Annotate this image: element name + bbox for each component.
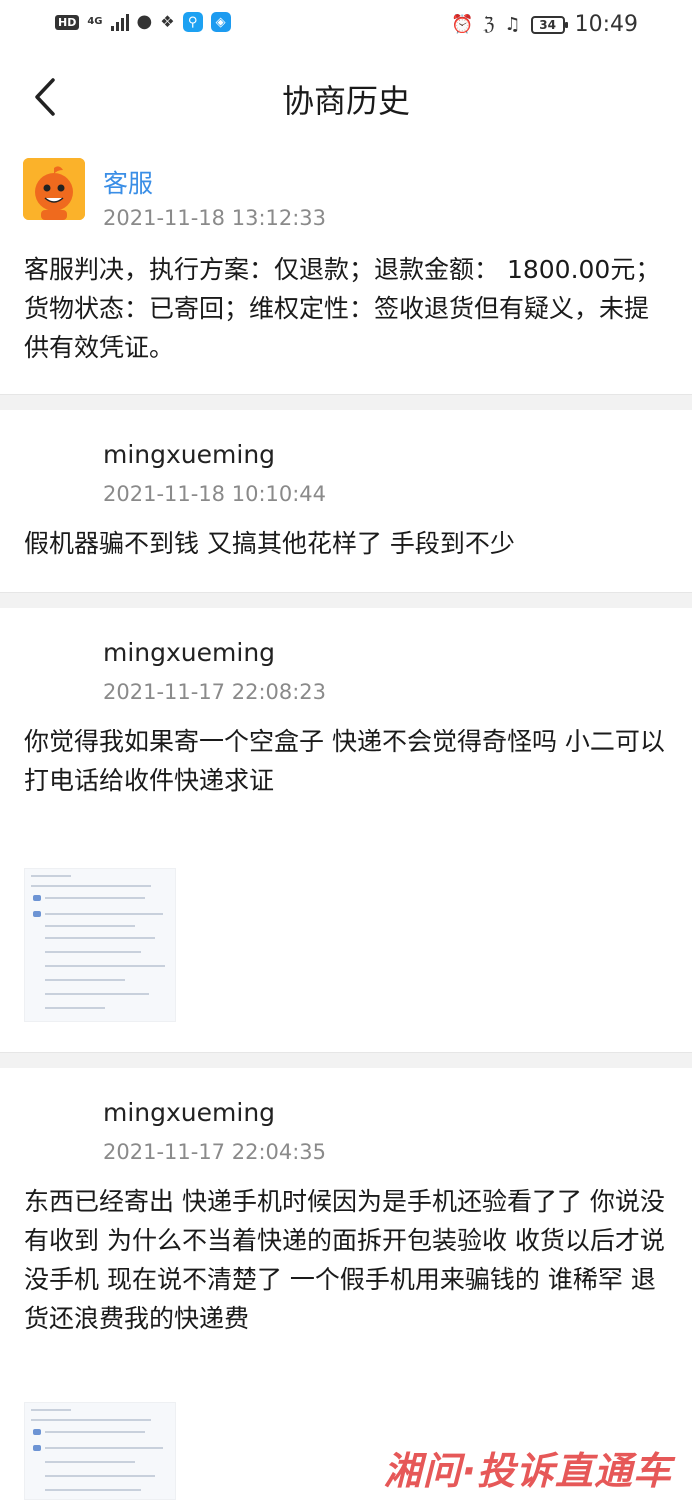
- mascot-icon: [23, 158, 85, 220]
- clock: 10:49: [574, 12, 638, 37]
- evidence-image-thumbnail[interactable]: [24, 868, 176, 1022]
- divider: [0, 394, 692, 410]
- sender-name: mingxueming: [103, 440, 276, 469]
- hd-icon: HD: [55, 14, 80, 30]
- wechat-icon: ❖: [160, 12, 175, 31]
- message-text: 客服判决，执行方案：仅退款；退款金额： 1800.00元；货物状态：已寄回；维权…: [24, 255, 661, 362]
- history-record-2: mingxueming 2021-11-18 10:10:44 假机器骗不到钱 …: [0, 410, 692, 592]
- evidence-image-thumbnail[interactable]: [24, 1402, 176, 1500]
- history-record-1: 客服 2021-11-18 13:12:33 客服判决，执行方案：仅退款；退款金…: [0, 136, 692, 394]
- page-title: 协商历史: [281, 82, 410, 120]
- cs-avatar: [23, 158, 85, 220]
- divider: [0, 1052, 692, 1068]
- network-type: 4G: [87, 16, 103, 27]
- message-text: 假机器骗不到钱 又搞其他花样了 手段到不少: [24, 529, 515, 558]
- divider: [0, 592, 692, 608]
- history-record-3: mingxueming 2021-11-17 22:08:23 你觉得我如果寄一…: [0, 608, 692, 1052]
- search-app-icon: ⚲: [182, 12, 203, 32]
- timestamp: 2021-11-17 22:04:35: [103, 1140, 327, 1164]
- status-bar: HD 4G ● ❖ ⚲ ◈ ⏰ ℨ ♫ 34 10:49: [0, 0, 692, 52]
- sender-name: mingxueming: [103, 638, 276, 667]
- page-header: 协商历史: [0, 56, 692, 136]
- battery-icon: 34: [530, 15, 568, 34]
- bluetooth-icon: ℨ: [483, 13, 495, 35]
- watermark: 湘问·投诉直通车: [383, 1449, 672, 1493]
- message-text: 你觉得我如果寄一个空盒子 快递不会觉得奇怪吗 小二可以打电话给收件快递求证: [24, 727, 665, 795]
- bulb-app-icon: ◈: [210, 12, 231, 32]
- signal-icon: [110, 13, 129, 31]
- timestamp: 2021-11-17 22:08:23: [103, 680, 327, 704]
- sender-name: mingxueming: [103, 1098, 276, 1127]
- history-record-4: mingxueming 2021-11-17 22:04:35 东西已经寄出 快…: [0, 1068, 692, 1500]
- message-text: 东西已经寄出 快递手机时候因为是手机还验看了了 你说没有收到 为什么不当着快递的…: [24, 1187, 665, 1333]
- sender-name: 客服: [103, 169, 154, 198]
- timestamp: 2021-11-18 10:10:44: [103, 482, 327, 506]
- status-right: ⏰ ℨ ♫ 34 10:49: [451, 12, 638, 37]
- mute-bell-icon: ♫: [504, 13, 521, 35]
- alarm-icon: ⏰: [450, 13, 474, 35]
- timestamp: 2021-11-18 13:12:33: [103, 206, 327, 230]
- qq-icon: ●: [136, 11, 153, 32]
- status-left: HD 4G ● ❖ ⚲ ◈: [55, 12, 231, 32]
